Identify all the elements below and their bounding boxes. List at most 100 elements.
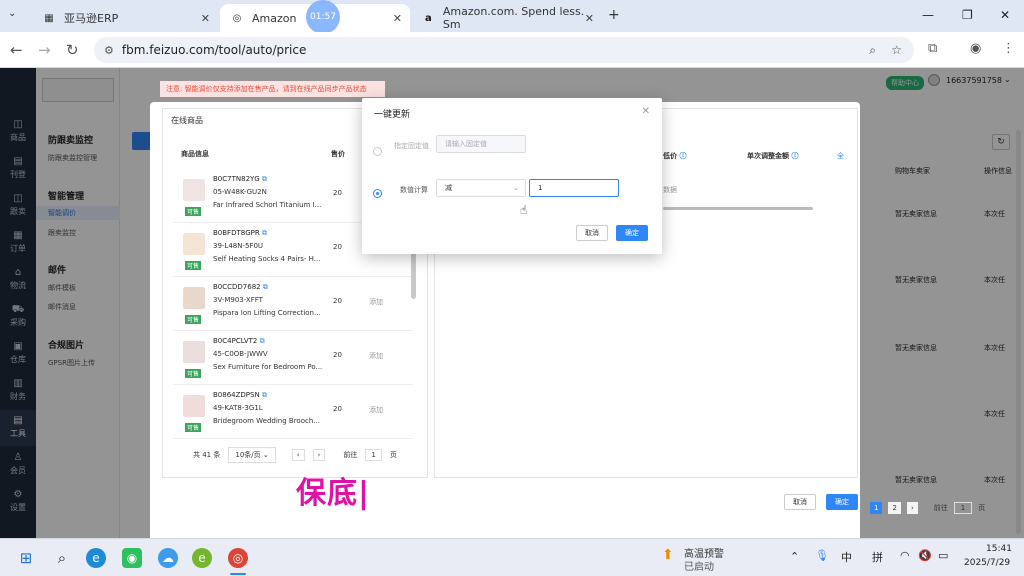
product-price: 20 (333, 189, 342, 197)
windows-taskbar: ⊞ ⌕ e ◉ ☁ e ◎ ⬆ 高温预警 已启动 ⌃ 🎙 中 拼 ◠ 🔇 ▭ 1… (0, 538, 1024, 576)
fixed-value-input[interactable]: 请输入固定值 (436, 135, 526, 153)
windows-start-icon[interactable]: ⊞ (16, 548, 36, 568)
product-name: Sex Furniture for Bedroom Po... (213, 363, 323, 371)
product-asin[interactable]: B0CCDD7682 ⧉ (213, 283, 268, 292)
prev-page-button[interactable]: ‹ (291, 449, 305, 461)
extensions-icon[interactable]: ⧉ (928, 41, 937, 56)
dialog-confirm-button[interactable]: 确定 (616, 225, 648, 241)
wechat-icon[interactable]: ◉ (122, 548, 142, 568)
bookmark-star-icon[interactable]: ☆ (891, 43, 902, 57)
calc-value-label: 数值计算 (400, 186, 428, 194)
page-scrollbar[interactable] (1016, 130, 1021, 534)
ie-browser-icon[interactable]: e (192, 548, 212, 568)
product-thumbnail (183, 395, 205, 417)
clock-time[interactable]: 15:41 (986, 544, 1012, 554)
clock-date[interactable]: 2025/7/29 (964, 558, 1010, 568)
info-icon: ⓘ (679, 152, 687, 160)
product-sku: 05-W48K-GU2N (213, 188, 267, 196)
product-asin[interactable]: B0C7TN82YG ⧉ (213, 175, 267, 184)
minimize-button[interactable]: — (922, 8, 934, 22)
product-row[interactable]: 可售 B0CCDD7682 ⧉ 3V-M903-XFFT Pispara Ion… (173, 277, 413, 331)
battery-icon[interactable]: ▭ (938, 549, 948, 562)
add-link[interactable]: 添加 (369, 351, 383, 361)
copy-icon: ⧉ (261, 175, 267, 183)
forward-arrow-icon[interactable]: → (38, 41, 51, 59)
profile-icon[interactable]: ◉ (970, 41, 981, 56)
volume-muted-icon[interactable]: 🔇 (918, 549, 932, 562)
product-asin[interactable]: B0864ZDPSN ⧉ (213, 391, 267, 400)
close-icon[interactable]: ✕ (585, 12, 594, 25)
product-thumbnail (183, 287, 205, 309)
ime-pinyin[interactable]: 拼 (872, 549, 883, 565)
page-1-button[interactable]: 1 (870, 502, 883, 514)
add-link[interactable]: 添加 (369, 297, 383, 307)
microphone-icon[interactable]: 🎙 (815, 549, 829, 562)
page-2-button[interactable]: 2 (888, 502, 901, 514)
copy-icon: ⧉ (259, 337, 265, 345)
back-arrow-icon[interactable]: ← (10, 41, 23, 59)
radio-calc-value[interactable] (373, 189, 382, 198)
video-subtitle: 保底| (296, 476, 370, 511)
wifi-icon[interactable]: ◠ (900, 549, 910, 562)
close-window-button[interactable]: ✕ (1000, 8, 1010, 22)
menu-dots-icon[interactable]: ⋮ (1002, 41, 1015, 56)
close-icon[interactable]: ✕ (642, 106, 650, 117)
page-unit: 页 (978, 504, 986, 512)
modal-cancel-button[interactable]: 取消 (784, 494, 816, 510)
hand-cursor-icon: ☝ (520, 203, 528, 217)
product-sku: 49-KAT8-3G1L (213, 404, 263, 412)
calc-operator-select[interactable]: 减 ⌄ (436, 179, 526, 197)
weather-sub: 已启动 (684, 562, 714, 573)
product-name: Bridegroom Wedding Brooch... (213, 417, 320, 425)
new-tab-button[interactable]: + (608, 7, 620, 23)
edge-browser-icon[interactable]: e (86, 548, 106, 568)
pagination: 共 41 条 10条/页 ⌄ ‹ › 前往 1 页 (193, 447, 397, 463)
product-asin[interactable]: B0C4PCLVT2 ⧉ (213, 337, 265, 346)
ime-chinese[interactable]: 中 (841, 549, 852, 565)
modal-confirm-button[interactable]: 确定 (826, 494, 858, 510)
add-link[interactable]: 添加 (369, 405, 383, 415)
tab-amazon-com[interactable]: a Amazon.com. Spend less. Sm ✕ (412, 4, 602, 32)
dialog-cancel-button[interactable]: 取消 (576, 225, 608, 241)
product-row[interactable]: 可售 B0C4PCLVT2 ⧉ 45-C0OB-JWWV Sex Furnitu… (173, 331, 413, 385)
next-page-button[interactable]: › (312, 449, 326, 461)
next-page-button[interactable]: › (906, 502, 918, 514)
tab-erp[interactable]: ▦ 亚马逊ERP ✕ (32, 4, 218, 32)
restore-button[interactable]: ❐ (962, 8, 973, 22)
bulk-update-dialog: 一键更新 ✕ 指定固定值 请输入固定值 数值计算 减 ⌄ 1 ☝ 取消 确定 (362, 98, 662, 254)
tab-search-button[interactable]: ⌄ (8, 8, 24, 24)
goto-page-input[interactable]: 1 (953, 502, 973, 514)
url-text: fbm.feizuo.com/tool/auto/price (121, 43, 307, 57)
product-asin[interactable]: B0BFDT8GPR ⧉ (213, 229, 267, 238)
select-all-link[interactable]: 全 (837, 151, 844, 161)
reload-icon[interactable]: ↻ (66, 41, 79, 59)
bg-pagination: 1 2 › 前往 1 页 (870, 502, 985, 514)
close-icon[interactable]: ✕ (201, 12, 210, 25)
copy-icon: ⧉ (262, 283, 268, 291)
radio-fixed-value[interactable] (373, 147, 382, 156)
cloud-app-icon[interactable]: ☁ (158, 548, 178, 568)
page-size-select[interactable]: 10条/页 ⌄ (228, 447, 276, 463)
copy-icon: ⧉ (261, 391, 267, 399)
address-bar[interactable]: ⚙ fbm.feizuo.com/tool/auto/price ⌕ ☆ (94, 37, 914, 63)
search-icon[interactable]: ⌕ (52, 548, 72, 568)
amazon-favicon-icon: a (425, 12, 432, 24)
product-name: Self Heating Socks 4 Pairs- H... (213, 255, 321, 263)
chevron-down-icon: ⌄ (513, 184, 519, 192)
calc-amount-input[interactable]: 1 (529, 179, 619, 197)
zoom-icon[interactable]: ⌕ (869, 43, 876, 58)
close-icon[interactable]: ✕ (393, 12, 402, 25)
goto-label: 前往 (343, 451, 358, 459)
goto-page-input[interactable]: 1 (365, 449, 382, 461)
chevron-up-icon[interactable]: ⌃ (790, 550, 799, 563)
empty-data-text: 数据 (663, 186, 677, 194)
page-unit: 页 (389, 451, 397, 459)
info-icon: ⓘ (791, 152, 799, 160)
status-tag: 可售 (185, 423, 202, 432)
table-scrollbar[interactable] (663, 207, 813, 210)
product-sku: 45-C0OB-JWWV (213, 350, 268, 358)
product-row[interactable]: 可售 B0864ZDPSN ⧉ 49-KAT8-3G1L Bridegroom … (173, 385, 413, 439)
warning-banner: 注意: 智能调价仅支持添加在售产品，请到在线产品同步产品状态 (160, 81, 385, 97)
site-info-icon[interactable]: ⚙ (104, 44, 114, 57)
chrome-icon[interactable]: ◎ (228, 548, 248, 568)
